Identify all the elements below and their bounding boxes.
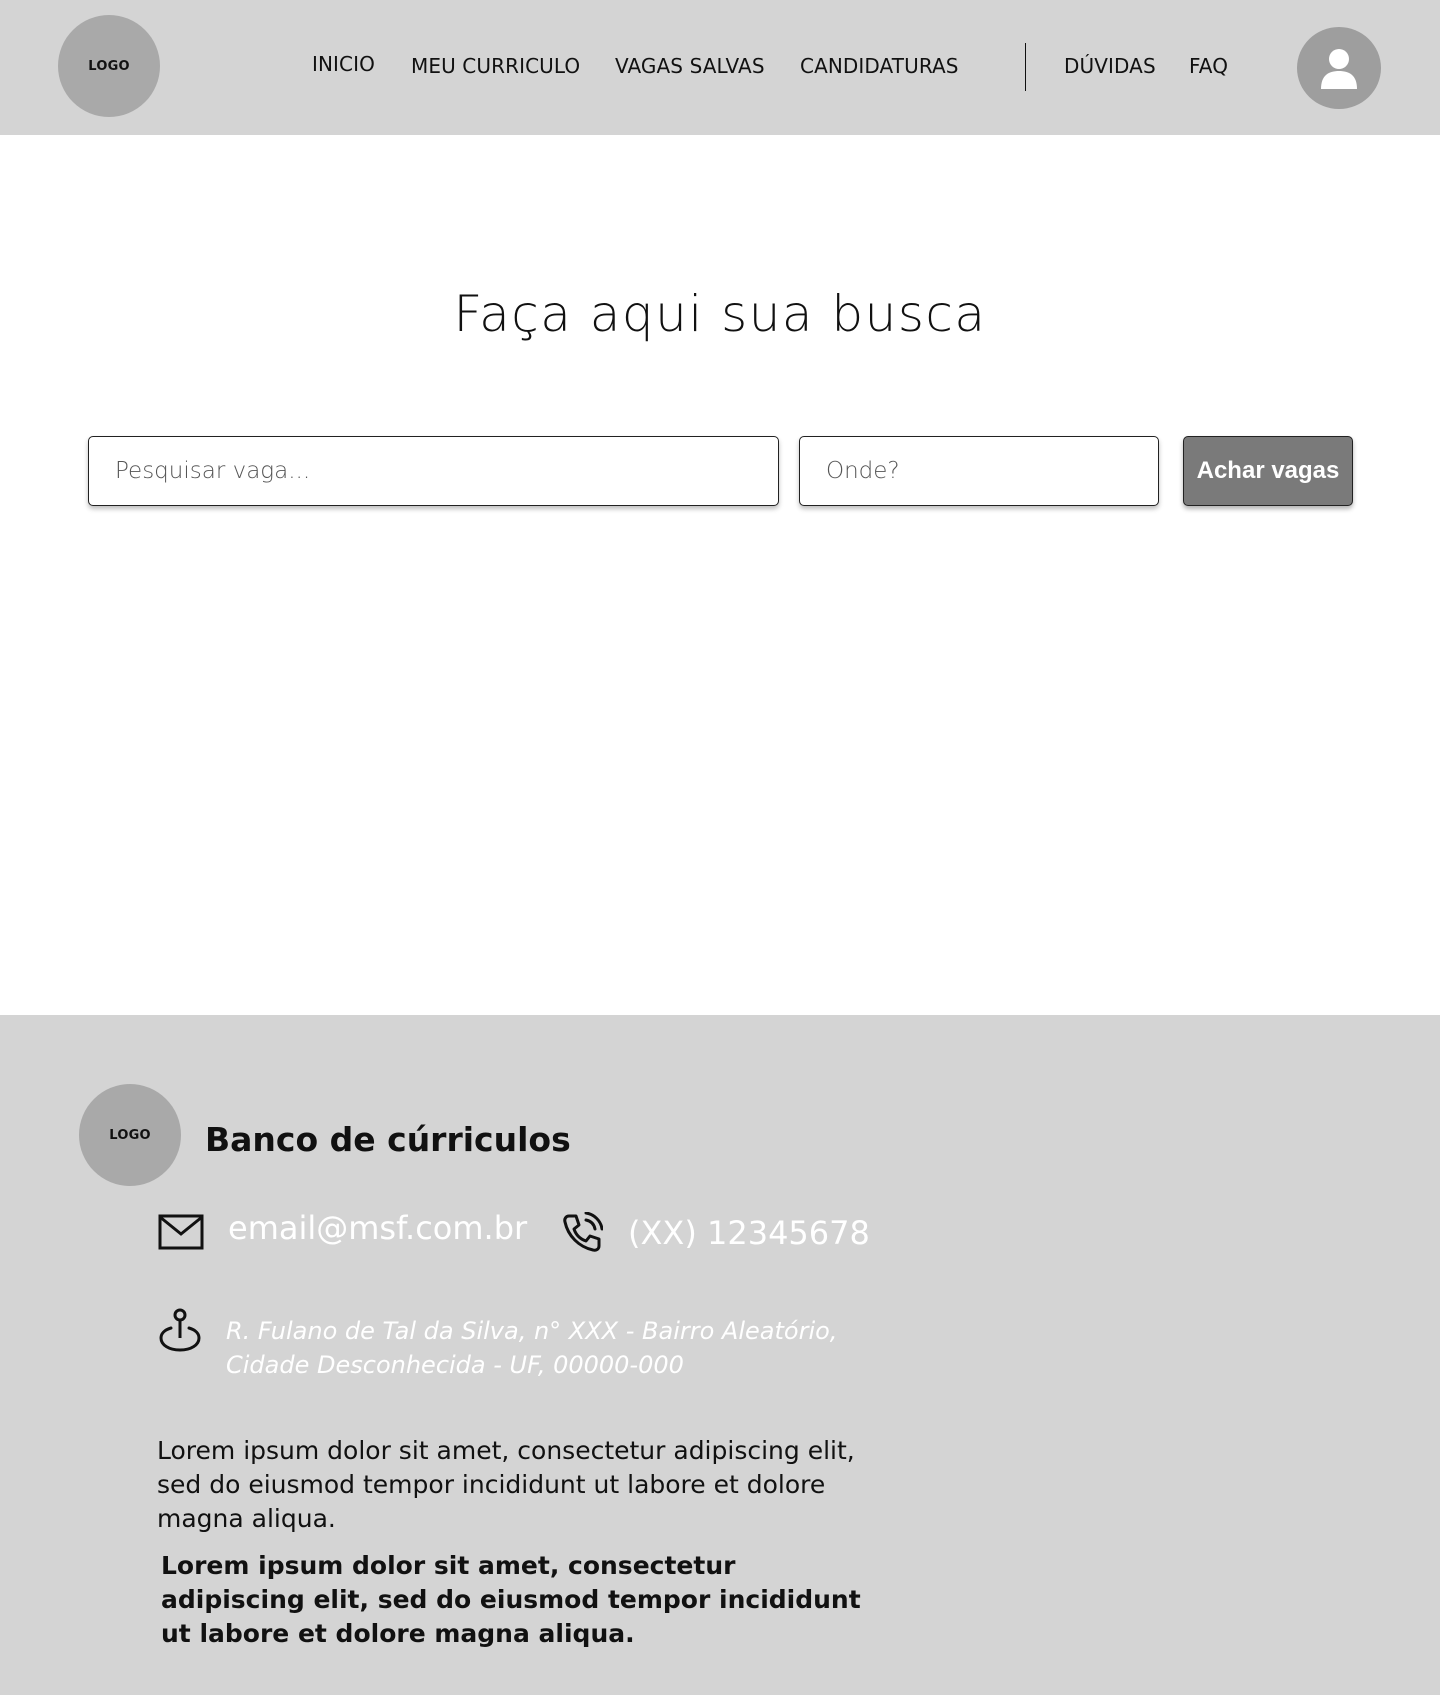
nav-meu-curriculo[interactable]: MEU CURRICULO: [411, 54, 580, 78]
page-title: Faça aqui sua busca: [453, 285, 987, 343]
header-logo[interactable]: LOGO: [58, 15, 160, 117]
location-pin-icon: [159, 1308, 201, 1352]
find-jobs-button[interactable]: Achar vagas: [1183, 436, 1353, 506]
header-logo-text: LOGO: [88, 58, 130, 74]
location-input[interactable]: [799, 436, 1159, 506]
footer-logo-text: LOGO: [109, 1127, 151, 1143]
nav-vagas-salvas[interactable]: VAGAS SALVAS: [615, 54, 765, 78]
footer-description: Lorem ipsum dolor sit amet, consectetur …: [157, 1436, 855, 1533]
footer-phone-link[interactable]: (XX) 12345678: [628, 1214, 870, 1252]
footer-description-bold: Lorem ipsum dolor sit amet, consectetur …: [161, 1551, 861, 1648]
nav-inicio[interactable]: INICIO: [312, 52, 375, 76]
job-search-input[interactable]: [88, 436, 779, 506]
user-avatar-button[interactable]: [1297, 27, 1381, 109]
nav-faq[interactable]: FAQ: [1189, 54, 1228, 78]
phone-icon: [563, 1212, 603, 1252]
footer: LOGO Banco de cúrriculos email@msf.com.b…: [0, 1015, 1440, 1695]
footer-brand-name: Banco de cúrriculos: [205, 1120, 571, 1159]
footer-logo[interactable]: LOGO: [79, 1084, 181, 1186]
nav-candidaturas[interactable]: CANDIDATURAS: [800, 54, 959, 78]
footer-address-line2: Cidade Desconhecida - UF, 00000-000: [226, 1351, 684, 1379]
nav-duvidas[interactable]: DÚVIDAS: [1064, 54, 1156, 78]
nav-divider: [1025, 43, 1026, 91]
footer-address-line1: R. Fulano de Tal da Silva, n° XXX - Bair…: [226, 1317, 838, 1345]
user-icon: [1321, 49, 1357, 89]
footer-email-link[interactable]: email@msf.com.br: [228, 1209, 527, 1247]
mail-icon: [158, 1214, 204, 1250]
top-navbar: LOGO INICIO MEU CURRICULO VAGAS SALVAS C…: [0, 0, 1440, 135]
